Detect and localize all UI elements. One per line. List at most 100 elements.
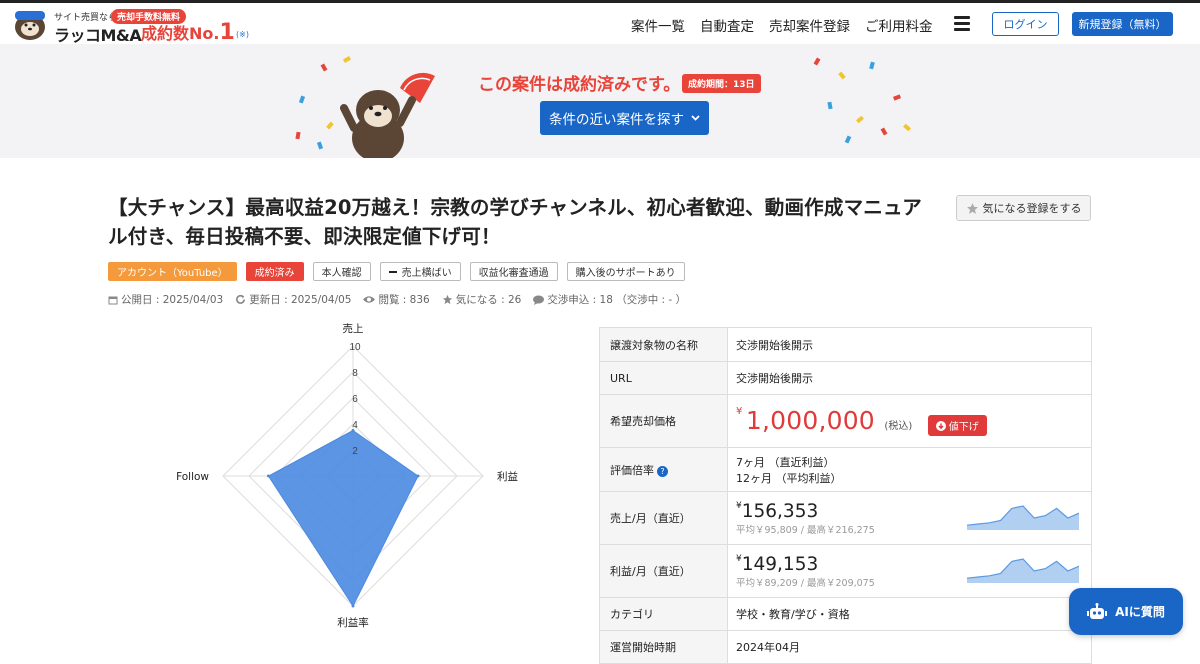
ai-question-label: AIに質問	[1115, 605, 1165, 619]
start-label: 運営開始時期	[599, 630, 728, 664]
favorite-button[interactable]: 気になる登録をする	[956, 195, 1091, 221]
radar-tick-label: 10	[349, 342, 361, 353]
profit-cell: ¥149,153 平均￥89,209 / 最高￥209,075	[727, 544, 1092, 598]
calendar-icon	[108, 296, 118, 304]
tag-support: 購入後のサポートあり	[566, 262, 685, 281]
refresh-icon	[236, 294, 246, 304]
confetti-icon	[827, 101, 833, 110]
updated-date: 更新日 : 2025/04/05	[249, 294, 352, 306]
negotiation-count: 交渉申込 : 18 （交渉中 : - ）	[547, 294, 687, 306]
row-label: URL	[599, 361, 728, 395]
sales-cell: ¥156,353 平均￥95,809 / 最高￥216,275	[727, 491, 1092, 545]
main-nav: 案件一覧 自動査定 売却案件登録 ご利用料金	[631, 15, 948, 35]
listing-meta: 公開日 : 2025/04/03 更新日 : 2025/04/05 閲覧 : 8…	[108, 292, 686, 307]
chevron-down-icon	[691, 115, 700, 121]
favorite-count: 気になる : 26	[455, 294, 522, 306]
confetti-icon	[326, 121, 334, 130]
multiple-value: 7ヶ月 （直近利益） 12ヶ月 （平均利益）	[727, 447, 1092, 492]
otter-logo-icon[interactable]	[12, 7, 48, 41]
radar-tick-label: 2	[352, 446, 358, 457]
eye-icon	[363, 296, 376, 303]
radar-tick-label: 6	[352, 394, 358, 405]
radar-chart: 2 4 6 8 10 売上利益利益率 Follow	[176, 322, 518, 629]
dash-icon	[388, 270, 397, 273]
confetti-icon	[893, 94, 901, 101]
contract-period-badge: 成約期間：13日	[682, 74, 761, 93]
favorite-label: 気になる登録をする	[982, 202, 1082, 215]
radar-tick-label: 8	[352, 368, 358, 379]
nav-item-pricing[interactable]: ご利用料金	[865, 15, 933, 35]
details-table: 譲渡対象物の名称 交渉開始後開示 URL 交渉開始後開示 希望売却価格 ¥ 1,…	[599, 327, 1092, 664]
tag-sales-trend: 売上横ばい	[379, 262, 461, 281]
logo-footnote: (※)	[236, 30, 249, 39]
row-value: 交渉開始後開示	[727, 327, 1092, 362]
multiple-label-cell: 評価倍率?	[599, 447, 728, 492]
find-similar-label: 条件の近い案件を探す	[549, 112, 684, 128]
nav-item-sell-register[interactable]: 売却案件登録	[769, 15, 850, 35]
confetti-icon	[813, 57, 821, 66]
row-label: 譲渡対象物の名称	[599, 327, 728, 362]
tag-monetized: 収益化審査通過	[469, 262, 558, 281]
register-button[interactable]: 新規登録（無料）	[1072, 12, 1173, 36]
confetti-icon	[295, 131, 301, 140]
nav-item-appraisal[interactable]: 自動査定	[700, 15, 754, 35]
table-row: 運営開始時期 2024年04月	[599, 630, 1092, 664]
table-row: カテゴリ 学校・教育/学び・資格	[599, 597, 1092, 631]
profit-label: 利益/月（直近）	[599, 544, 728, 598]
radar-axis-label: 売上	[343, 322, 364, 335]
sparkline-area	[967, 559, 1079, 583]
category-label: カテゴリ	[599, 597, 728, 631]
table-row: 利益/月（直近） ¥149,153 平均￥89,209 / 最高￥209,075	[599, 544, 1092, 598]
site-header: サイト売買なら 売却手数料無料 ラッコM&A 成約数No.1 (※) 案件一覧 …	[0, 3, 1200, 46]
confetti-icon	[903, 123, 911, 132]
tag-identity: 本人確認	[312, 262, 371, 281]
sparkline-area	[967, 506, 1079, 530]
confetti-icon	[320, 63, 328, 72]
table-row: 売上/月（直近） ¥156,353 平均￥95,809 / 最高￥216,275	[599, 491, 1092, 545]
find-similar-button[interactable]: 条件の近い案件を探す	[540, 101, 709, 135]
confetti-icon	[856, 115, 864, 124]
help-icon[interactable]: ?	[657, 465, 668, 477]
price-down-badge: 値下げ	[927, 415, 987, 437]
nav-item-listings[interactable]: 案件一覧	[631, 15, 685, 35]
tag-status: 成約済み	[245, 262, 304, 281]
confetti-icon	[838, 71, 846, 80]
confetti-icon	[880, 127, 888, 136]
table-row: URL 交渉開始後開示	[599, 361, 1092, 395]
menu-icon[interactable]	[954, 16, 970, 31]
price-cell: ¥ 1,000,000 (税込) 値下げ	[727, 394, 1092, 448]
profit-value: 149,153	[741, 553, 819, 575]
tag-category[interactable]: アカウント（YouTube）	[108, 262, 237, 281]
arrow-down-circle-icon	[935, 420, 946, 431]
listing-title: 【大チャンス】最高収益20万越え！宗教の学びチャンネル、初心者歓迎、動画作成マニ…	[108, 196, 922, 248]
table-row: 評価倍率? 7ヶ月 （直近利益） 12ヶ月 （平均利益）	[599, 447, 1092, 492]
logo-text[interactable]: ラッコM&A	[54, 22, 142, 46]
star-icon	[442, 294, 452, 305]
view-count: 閲覧 : 836	[378, 294, 430, 306]
star-icon	[966, 202, 978, 214]
table-row: 譲渡対象物の名称 交渉開始後開示	[599, 327, 1092, 362]
sales-sparkline	[967, 505, 1079, 530]
ai-question-button[interactable]: AIに質問	[1069, 588, 1183, 635]
login-button[interactable]: ログイン	[992, 12, 1059, 36]
table-row: 希望売却価格 ¥ 1,000,000 (税込) 値下げ	[599, 394, 1092, 448]
confetti-icon	[869, 61, 875, 70]
price-label: 希望売却価格	[599, 394, 728, 448]
comment-icon	[533, 295, 545, 305]
row-value: 交渉開始後開示	[727, 361, 1092, 395]
multiple-average: 12ヶ月 （平均利益）	[736, 471, 842, 485]
published-date: 公開日 : 2025/04/03	[121, 294, 224, 306]
category-value[interactable]: 学校・教育/学び・資格	[727, 597, 1092, 631]
tag-list: アカウント（YouTube） 成約済み 本人確認 売上横ばい 収益化審査通過 購…	[108, 262, 685, 281]
radar-data-point	[416, 474, 420, 478]
profit-sparkline	[967, 558, 1079, 583]
radar-data-point	[267, 474, 270, 478]
sales-label: 売上/月（直近）	[599, 491, 728, 545]
radar-axis-label: 利益	[497, 470, 518, 483]
sold-banner: この案件は成約済みです。 成約期間：13日 条件の近い案件を探す	[0, 44, 1200, 158]
price-value: 1,000,000	[745, 405, 875, 435]
confetti-icon	[844, 135, 852, 144]
confetti-icon	[298, 95, 306, 104]
robot-icon	[1087, 602, 1108, 619]
multiple-recent: 7ヶ月 （直近利益）	[736, 455, 835, 469]
